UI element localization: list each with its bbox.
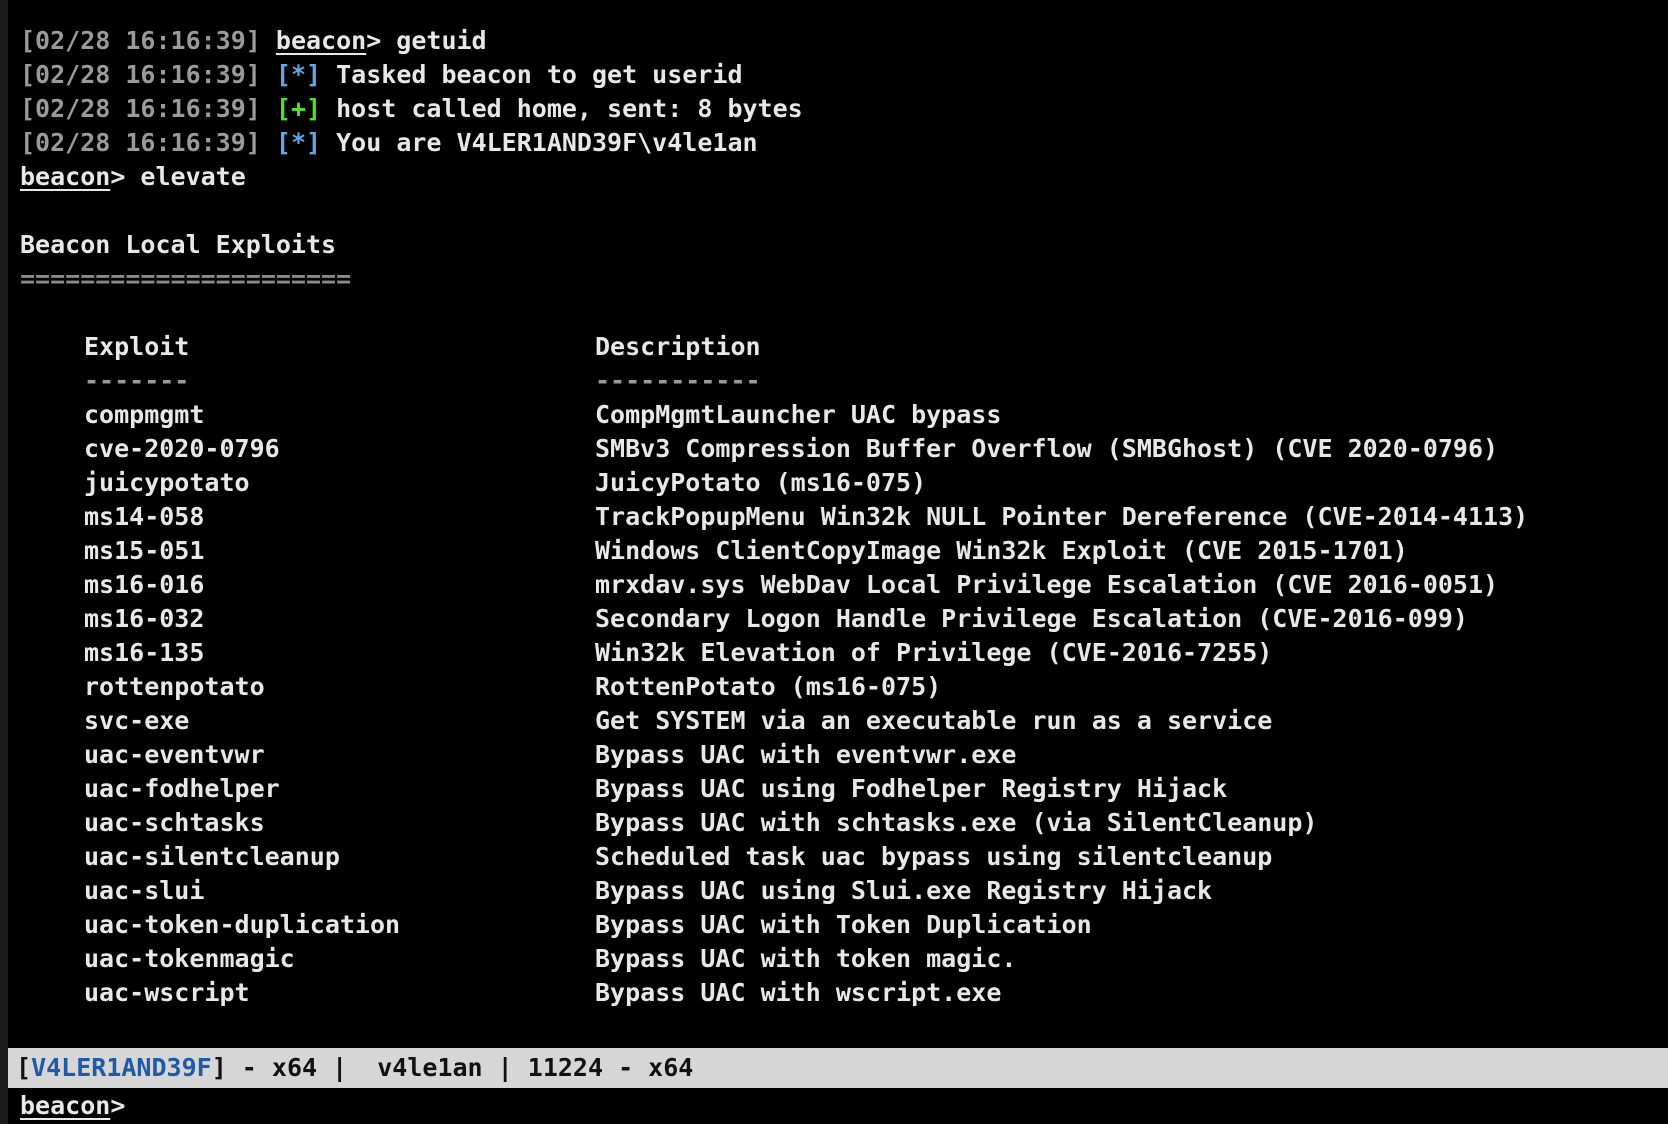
status-host: V4LER1AND39F [31,1053,212,1082]
table-row: uac-token-duplication Bypass UAC with Tok… [84,908,1668,942]
exploit-description: Bypass UAC using Slui.exe Registry Hijac… [595,876,1213,905]
exploit-name: ms16-135 [84,638,205,667]
exploit-description: Scheduled task uac bypass using silentcl… [595,842,1273,871]
table-row: uac-tokenmagic Bypass UAC with token magi… [84,942,1668,976]
exploits-table-body: compmgmt CompMgmtLauncher UAC bypass cve-2… [84,398,1668,1010]
table-header-row: Exploit Description [84,330,1668,364]
success-marker: [+] [275,94,322,123]
exploit-description: Secondary Logon Handle Privilege Escalat… [595,604,1468,633]
log-timestamp: [02/28 16:16:39] [20,94,261,123]
exploit-name: ms16-016 [84,570,205,599]
exploit-column-header: Exploit [84,332,190,361]
table-row: uac-fodhelper Bypass UAC using Fodhelper … [84,772,1668,806]
exploit-name: uac-eventvwr [84,740,265,769]
exploit-name: svc-exe [84,706,190,735]
command-text: > elevate [110,162,246,191]
exploit-description: mrxdav.sys WebDav Local Privilege Escala… [595,570,1499,599]
status-details: ] - x64 | v4le1an | 11224 - x64 [211,1053,694,1082]
exploit-description: TrackPopupMenu Win32k NULL Pointer Deref… [595,502,1529,531]
console-left-border [0,0,8,1124]
section-underline: ====================== [20,264,352,293]
log-timestamp: [02/28 16:16:39] [20,26,261,55]
command-line: beacon> elevate [20,160,1668,194]
table-row: ms16-135 Win32k Elevation of Privilege (C… [84,636,1668,670]
beacon-prompt-link[interactable]: beacon [276,26,366,55]
exploit-name: uac-schtasks [84,808,265,837]
table-row: ms16-032 Secondary Logon Handle Privilege… [84,602,1668,636]
exploit-name: cve-2020-0796 [84,434,280,463]
status-open-bracket: [ [16,1053,32,1082]
info-marker: [*] [275,128,322,157]
exploit-description: Bypass UAC with schtasks.exe (via Silent… [595,808,1318,837]
exploit-name: ms15-051 [84,536,205,565]
command-input-line: beacon> [20,1088,1330,1124]
log-line: [02/28 16:16:39] [*] You are V4LER1AND39… [20,126,1668,160]
table-row: juicypotato JuicyPotato (ms16-075) [84,466,1668,500]
exploits-table: Exploit Description ------- ----------- … [84,330,1668,1010]
table-row: ms14-058 TrackPopupMenu Win32k NULL Point… [84,500,1668,534]
table-row: uac-eventvwr Bypass UAC with eventvwr.exe [84,738,1668,772]
exploit-name: juicypotato [84,468,250,497]
table-row: uac-wscript Bypass UAC with wscript.exe [84,976,1668,1010]
exploit-description: Windows ClientCopyImage Win32k Exploit (… [595,536,1408,565]
exploit-description: Bypass UAC with eventvwr.exe [595,740,1017,769]
exploit-description: Bypass UAC with wscript.exe [595,978,1002,1007]
exploit-name: ms16-032 [84,604,205,633]
table-row: uac-schtasks Bypass UAC with schtasks.exe… [84,806,1668,840]
section-title: Beacon Local Exploits [20,230,337,259]
description-column-header: Description [595,332,761,361]
log-timestamp: [02/28 16:16:39] [20,60,261,89]
exploit-description: Win32k Elevation of Privilege (CVE-2016-… [595,638,1273,667]
log-line: [02/28 16:16:39] [+] host called home, s… [20,92,1668,126]
console-output: [02/28 16:16:39] beacon> getuid [02/28 1… [20,24,1668,1010]
exploit-description: JuicyPotato (ms16-075) [595,468,927,497]
status-bar: [V4LER1AND39F] - x64 | v4le1an | 11224 -… [8,1048,1668,1088]
command-input[interactable] [125,1092,1330,1122]
exploit-name: rottenpotato [84,672,265,701]
info-marker: [*] [275,60,322,89]
table-row: uac-silentcleanup Scheduled task uac bypa… [84,840,1668,874]
exploit-description: CompMgmtLauncher UAC bypass [595,400,1002,429]
exploit-description: Get SYSTEM via an executable run as a se… [595,706,1273,735]
log-message: Tasked beacon to get userid [336,60,743,89]
table-row: compmgmt CompMgmtLauncher UAC bypass [84,398,1668,432]
exploit-name: uac-wscript [84,978,250,1007]
exploit-description: Bypass UAC with Token Duplication [595,910,1092,939]
log-line: [02/28 16:16:39] beacon> getuid [20,24,1668,58]
exploit-description: Bypass UAC using Fodhelper Registry Hija… [595,774,1228,803]
beacon-console: [02/28 16:16:39] beacon> getuid [02/28 1… [0,0,1668,1124]
exploit-name: ms14-058 [84,502,205,531]
input-prompt-link[interactable]: beacon [20,1091,110,1120]
exploit-name: uac-token-duplication [84,910,401,939]
exploit-name: compmgmt [84,400,205,429]
log-timestamp: [02/28 16:16:39] [20,128,261,157]
log-message: host called home, sent: 8 bytes [336,94,803,123]
exploit-description: RottenPotato (ms16-075) [595,672,942,701]
table-row: svc-exe Get SYSTEM via an executable run … [84,704,1668,738]
exploit-name: uac-fodhelper [84,774,280,803]
log-command-text: > getuid [366,26,487,55]
exploit-name: uac-tokenmagic [84,944,295,973]
table-row: ms16-016 mrxdav.sys WebDav Local Privileg… [84,568,1668,602]
table-row: uac-slui Bypass UAC using Slui.exe Regist… [84,874,1668,908]
input-prompt-suffix: > [110,1091,126,1120]
log-line: [02/28 16:16:39] [*] Tasked beacon to ge… [20,58,1668,92]
exploit-name: uac-silentcleanup [84,842,340,871]
exploit-description: Bypass UAC with token magic. [595,944,1017,973]
table-row: cve-2020-0796 SMBv3 Compression Buffer Ov… [84,432,1668,466]
description-header-rule: ----------- [595,366,761,395]
exploit-name: uac-slui [84,876,205,905]
exploit-header-rule: ------- [84,366,190,395]
table-header-rule-row: ------- ----------- [84,364,1668,398]
beacon-prompt-link[interactable]: beacon [20,162,110,191]
table-row: rottenpotato RottenPotato (ms16-075) [84,670,1668,704]
exploit-description: SMBv3 Compression Buffer Overflow (SMBGh… [595,434,1499,463]
table-row: ms15-051 Windows ClientCopyImage Win32k E… [84,534,1668,568]
log-message: You are V4LER1AND39F\v4le1an [336,128,758,157]
